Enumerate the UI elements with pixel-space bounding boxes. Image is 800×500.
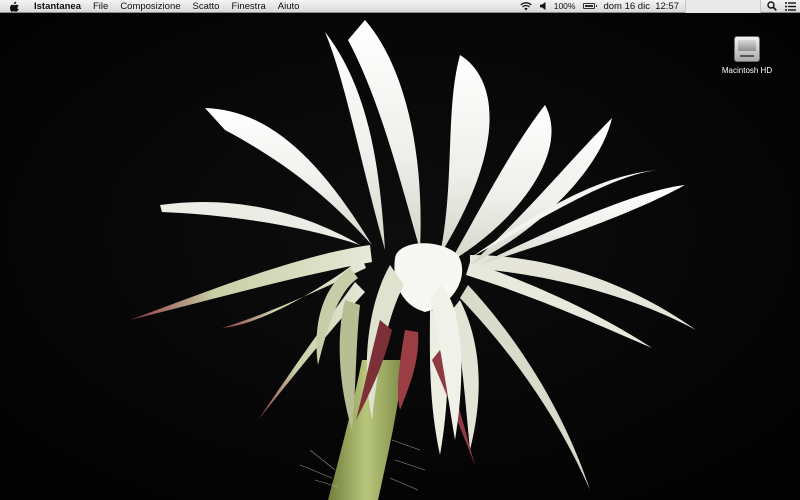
list-icon[interactable] <box>785 1 796 11</box>
menu-bar: Istantanea File Composizione Scatto Fine… <box>0 0 800 13</box>
menu-clock[interactable]: dom 16 dic 12:57 <box>603 0 679 13</box>
volume-icon[interactable] <box>539 2 546 10</box>
menu-composizione[interactable]: Composizione <box>114 0 186 13</box>
search-icon[interactable] <box>767 1 777 11</box>
battery-icon[interactable] <box>583 3 598 9</box>
wifi-icon[interactable] <box>520 1 532 11</box>
spotlight-area <box>685 0 761 13</box>
menu-scatto[interactable]: Scatto <box>187 0 226 13</box>
hard-drive-icon <box>734 36 760 62</box>
desktop-icon-macintosh-hd[interactable]: Macintosh HD <box>710 36 784 75</box>
desktop: Macintosh HD <box>0 14 800 500</box>
status-area: 100% dom 16 dic 12:57 <box>516 0 800 13</box>
wallpaper-image <box>0 14 800 500</box>
battery-percent[interactable]: 100% <box>554 0 576 13</box>
menu-aiuto[interactable]: Aiuto <box>272 0 306 13</box>
desktop-icon-label: Macintosh HD <box>721 66 773 75</box>
menu-finestra[interactable]: Finestra <box>225 0 271 13</box>
apple-icon <box>9 1 19 12</box>
apple-menu[interactable] <box>0 0 28 13</box>
menu-file[interactable]: File <box>87 0 114 13</box>
menu-app-name[interactable]: Istantanea <box>28 0 87 13</box>
